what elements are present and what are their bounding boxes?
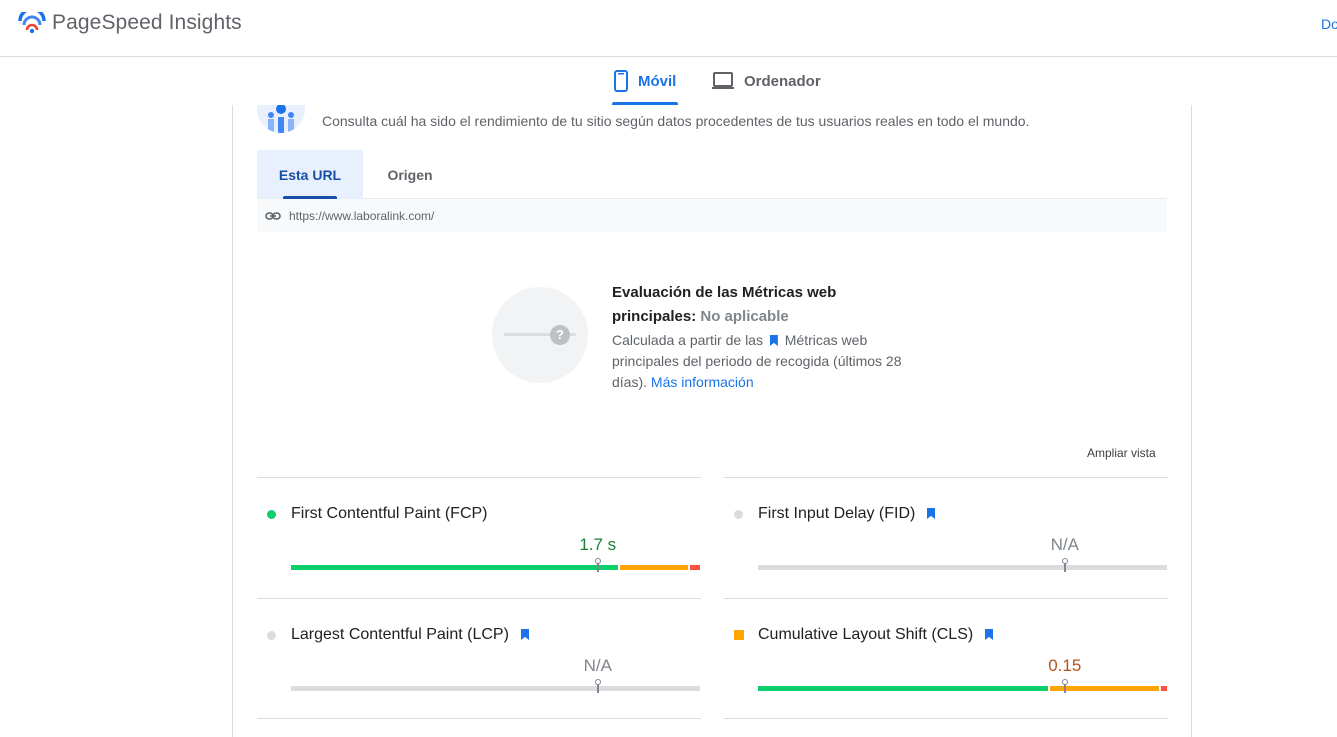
- poor-segment: [689, 565, 700, 570]
- tab-this-url-label: Esta URL: [278, 166, 342, 183]
- metric-value: N/A: [1050, 535, 1079, 554]
- assessment-body: Calculada a partir de las Métricas web p…: [612, 330, 922, 393]
- metric-card: First Contentful Paint (FCP) 1.7 s: [257, 477, 701, 598]
- bookmark-icon[interactable]: [769, 335, 778, 346]
- more-info-link[interactable]: Más información: [651, 374, 754, 390]
- poor-segment: [1160, 686, 1167, 691]
- app-header: PageSpeed Insights Do: [0, 0, 1337, 57]
- metric-distribution-bar: [758, 558, 1167, 572]
- pagespeed-logo-icon[interactable]: [18, 12, 46, 36]
- tab-origin-label: Origen: [387, 166, 433, 183]
- empty-segment: [291, 686, 700, 691]
- metric-distribution-bar: [291, 558, 700, 572]
- empty-segment: [758, 565, 1167, 570]
- good-segment: [291, 565, 619, 570]
- question-icon: ?: [550, 325, 570, 345]
- tab-this-url[interactable]: Esta URL: [257, 150, 363, 199]
- needs-improvement-segment: [620, 565, 688, 570]
- percentile-marker: [1061, 558, 1068, 572]
- bookmark-icon[interactable]: [521, 629, 529, 640]
- percentile-marker: [594, 679, 601, 693]
- assessment-body-text: Calculada a partir de las: [612, 332, 763, 348]
- assessment-title: Evaluación de las Métricas web principal…: [612, 281, 922, 329]
- core-web-vitals-assessment: Evaluación de las Métricas web principal…: [612, 281, 922, 393]
- tab-desktop-label: Ordenador: [744, 72, 821, 90]
- metric-status-icon: [734, 630, 744, 640]
- percentile-marker: [1061, 679, 1068, 693]
- metric-status-icon: [267, 510, 276, 519]
- metric-name: First Contentful Paint (FCP): [291, 505, 488, 522]
- expand-view-link[interactable]: Ampliar vista: [1087, 446, 1156, 460]
- metric-card: Largest Contentful Paint (LCP) N/A: [257, 598, 701, 719]
- metric-card: Cumulative Layout Shift (CLS) 0.15: [724, 598, 1168, 719]
- crux-description: Consulta cuál ha sido el rendimiento de …: [322, 113, 1030, 129]
- percentile-marker: [594, 558, 601, 572]
- field-data-card: Consulta cuál ha sido el rendimiento de …: [232, 105, 1192, 737]
- assessment-status: No aplicable: [700, 308, 789, 325]
- metric-value: 0.15: [1048, 656, 1082, 675]
- metric-card: First Input Delay (FID) N/A: [724, 477, 1168, 598]
- metric-distribution-bar: [291, 679, 700, 693]
- phone-icon: [614, 70, 628, 92]
- metric-name: First Input Delay (FID): [758, 505, 916, 522]
- metric-status-icon: [267, 631, 276, 640]
- metric-status-icon: [734, 510, 743, 519]
- analyzed-url: https://www.laboralink.com/: [289, 208, 435, 223]
- url-bar: https://www.laboralink.com/: [257, 199, 1167, 232]
- users-illustration-icon: [257, 105, 305, 133]
- tab-mobile[interactable]: Móvil: [612, 57, 679, 105]
- metric-distribution-bar: [758, 679, 1167, 693]
- metric-value: N/A: [583, 656, 612, 675]
- link-icon: [265, 211, 281, 220]
- tab-mobile-label: Móvil: [638, 72, 677, 90]
- good-segment: [758, 686, 1049, 691]
- app-title[interactable]: PageSpeed Insights: [52, 11, 242, 35]
- metric-value: 1.7 s: [579, 535, 617, 554]
- tab-origin[interactable]: Origen: [375, 150, 445, 199]
- bookmark-icon[interactable]: [927, 508, 935, 519]
- docs-link[interactable]: Do: [1321, 16, 1337, 32]
- needs-improvement-segment: [1050, 686, 1159, 691]
- tab-desktop[interactable]: Ordenador: [710, 57, 823, 105]
- url-origin-tabs: Esta URL Origen: [257, 150, 1167, 199]
- metric-name: Largest Contentful Paint (LCP): [291, 626, 509, 643]
- device-tabs: Móvil Ordenador: [0, 57, 1337, 105]
- assessment-gauge: ?: [492, 287, 588, 383]
- laptop-icon: [712, 72, 734, 89]
- metric-name: Cumulative Layout Shift (CLS): [758, 626, 974, 643]
- bookmark-icon[interactable]: [985, 629, 993, 640]
